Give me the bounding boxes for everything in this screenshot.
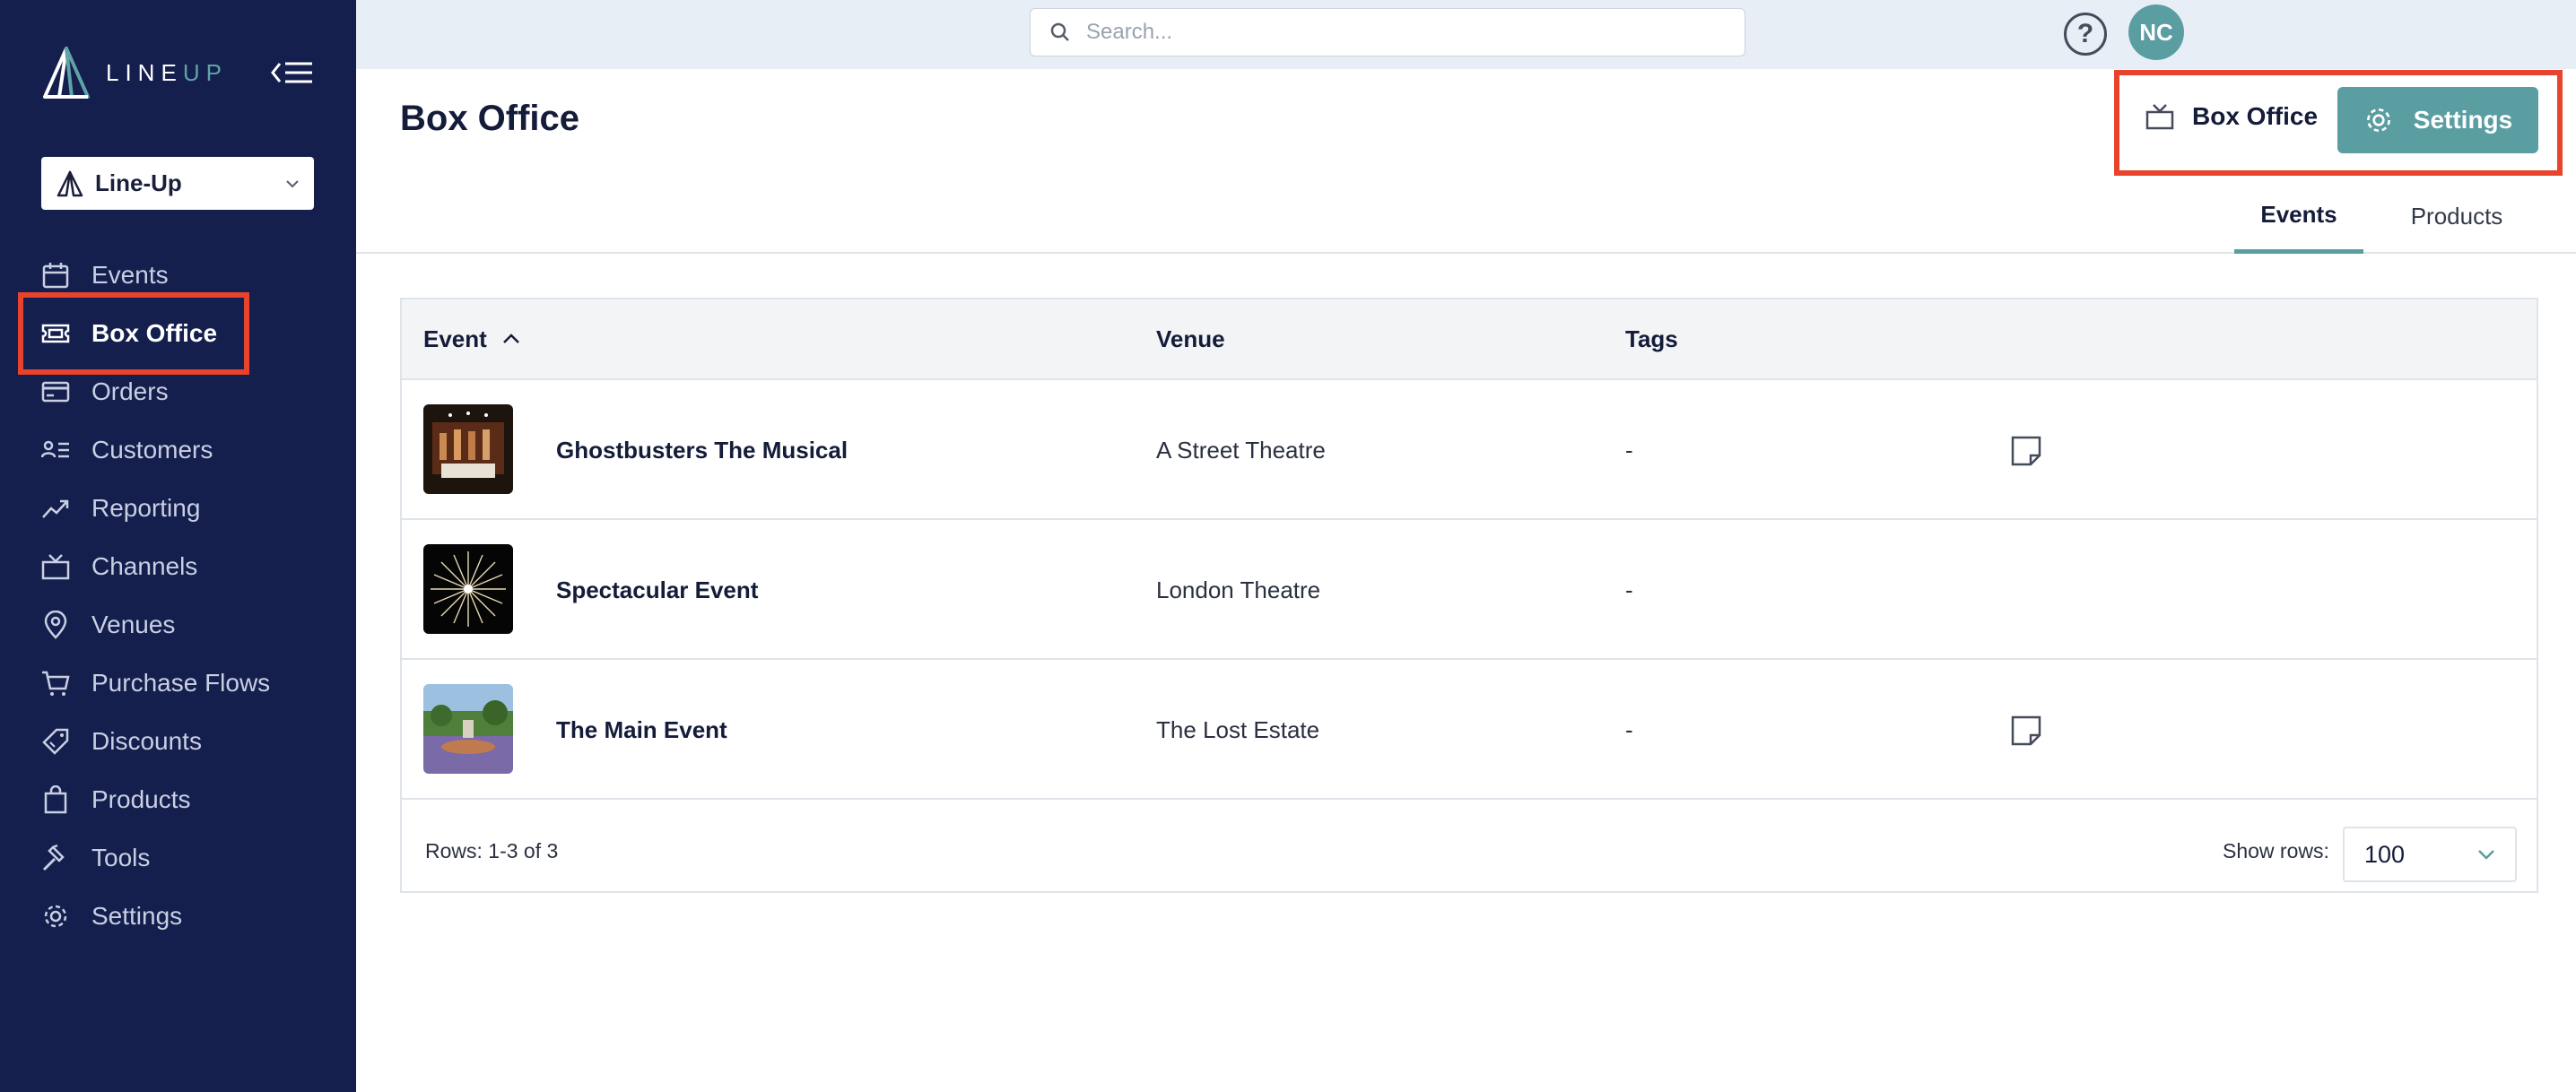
sidebar-item-label: Tools xyxy=(91,843,151,871)
note-icon[interactable] xyxy=(2010,435,2042,467)
sidebar-item-label: Channels xyxy=(91,551,198,580)
sidebar-item-settings[interactable]: Settings xyxy=(0,887,356,945)
sidebar-item-label: Reporting xyxy=(91,493,201,522)
customers-icon xyxy=(40,435,71,465)
lineup-logo[interactable]: LINEUP xyxy=(39,47,228,99)
lineup-small-logo-icon xyxy=(57,170,83,196)
sidebar-item-venues[interactable]: Venues xyxy=(0,595,356,654)
top-bar: ? NC xyxy=(356,0,2576,69)
sidebar-item-events[interactable]: Events xyxy=(0,246,356,304)
event-thumbnail xyxy=(423,684,513,774)
sidebar-item-label: Box Office xyxy=(91,318,218,347)
calendar-icon xyxy=(40,260,71,290)
search-icon xyxy=(1050,22,1069,41)
event-thumbnail xyxy=(423,544,513,634)
page-title: Box Office xyxy=(400,99,580,138)
column-header-venue[interactable]: Venue xyxy=(1156,299,1225,378)
logo-text-up: UP xyxy=(182,58,228,86)
hammer-icon xyxy=(40,843,71,873)
collapse-menu-icon xyxy=(271,62,312,83)
gear-icon xyxy=(40,901,71,932)
sidebar-item-orders[interactable]: Orders xyxy=(0,362,356,420)
venue-name: The Lost Estate xyxy=(1156,715,1320,743)
settings-button-label: Settings xyxy=(2413,106,2513,134)
lineup-logo-icon xyxy=(43,47,90,99)
tag-icon xyxy=(40,726,71,757)
sidebar-item-label: Orders xyxy=(91,377,169,405)
tab-bar: Events Products xyxy=(356,179,2576,254)
collapse-sidebar-button[interactable] xyxy=(269,59,316,86)
organization-name: Line-Up xyxy=(95,169,182,196)
venue-name: A Street Theatre xyxy=(1156,436,1326,464)
sidebar-item-label: Venues xyxy=(91,610,176,638)
tab-products[interactable]: Products xyxy=(2401,179,2512,254)
chevron-down-icon xyxy=(2478,850,2494,860)
tags-value: - xyxy=(1625,715,1633,743)
logo-text: LINEUP xyxy=(106,59,228,87)
sidebar-item-reporting[interactable]: Reporting xyxy=(0,479,356,537)
venue-name: London Theatre xyxy=(1156,576,1321,603)
table-row[interactable]: Spectacular Event London Theatre - xyxy=(402,520,2537,660)
table-header: Event Venue Tags xyxy=(402,299,2537,380)
sidebar-item-customers[interactable]: Customers xyxy=(0,420,356,479)
sidebar-item-label: Customers xyxy=(91,435,213,464)
search-box[interactable] xyxy=(1030,8,1745,56)
tab-events[interactable]: Events xyxy=(2234,179,2363,254)
tags-value: - xyxy=(1625,436,1633,464)
channel-label[interactable]: Box Office xyxy=(2145,102,2318,131)
rows-count: Rows: 1-3 of 3 xyxy=(425,838,559,862)
sidebar-item-label: Purchase Flows xyxy=(91,668,271,697)
search-input[interactable] xyxy=(1086,20,1725,45)
column-header-event[interactable]: Event xyxy=(423,299,521,378)
event-thumbnail xyxy=(423,404,513,494)
tv-icon xyxy=(2145,104,2174,130)
settings-button[interactable]: Settings xyxy=(2337,87,2538,153)
event-name[interactable]: Ghostbusters The Musical xyxy=(556,380,848,520)
logo-text-line: LINE xyxy=(106,58,183,86)
sidebar-item-label: Discounts xyxy=(91,726,202,755)
sidebar-item-tools[interactable]: Tools xyxy=(0,828,356,887)
sidebar-item-label: Events xyxy=(91,260,169,289)
sidebar-item-products[interactable]: Products xyxy=(0,770,356,828)
trend-icon xyxy=(40,493,71,524)
rows-per-page-value: 100 xyxy=(2364,840,2406,868)
events-table: Event Venue Tags Ghostbusters The Musica… xyxy=(400,298,2538,893)
column-header-tags[interactable]: Tags xyxy=(1625,299,1678,378)
gear-icon xyxy=(2366,108,2390,133)
tags-value: - xyxy=(1625,576,1633,603)
event-name[interactable]: The Main Event xyxy=(556,660,727,800)
event-name[interactable]: Spectacular Event xyxy=(556,520,758,660)
channel-label-text: Box Office xyxy=(2192,102,2319,130)
bag-icon xyxy=(40,784,71,815)
show-rows-label: Show rows: xyxy=(2223,838,2329,862)
sort-ascending-icon xyxy=(502,334,519,343)
column-header-label: Event xyxy=(423,325,487,352)
organization-select[interactable]: Line-Up xyxy=(41,157,314,210)
note-icon[interactable] xyxy=(2010,715,2042,747)
ticket-icon xyxy=(40,318,71,349)
sidebar-item-purchase-flows[interactable]: Purchase Flows xyxy=(0,654,356,712)
sidebar-item-label: Products xyxy=(91,784,191,813)
sidebar-item-channels[interactable]: Channels xyxy=(0,537,356,595)
table-footer: Rows: 1-3 of 3 Show rows: 100 xyxy=(402,809,2537,893)
sidebar-item-label: Settings xyxy=(91,901,183,930)
chevron-down-icon xyxy=(286,179,299,187)
location-pin-icon xyxy=(40,610,71,640)
tv-icon xyxy=(40,551,71,582)
help-button[interactable]: ? xyxy=(2064,13,2107,56)
sidebar-item-discounts[interactable]: Discounts xyxy=(0,712,356,770)
table-row[interactable]: The Main Event The Lost Estate - xyxy=(402,660,2537,800)
table-row[interactable]: Ghostbusters The Musical A Street Theatr… xyxy=(402,380,2537,520)
sidebar-nav: Events Box Office Orders Customers Repor… xyxy=(0,246,356,945)
sidebar: LINEUP Line-Up Events Box Office Orders … xyxy=(0,0,356,1092)
user-avatar[interactable]: NC xyxy=(2128,4,2184,60)
sidebar-item-box-office[interactable]: Box Office xyxy=(0,304,356,362)
credit-card-icon xyxy=(40,377,71,407)
cart-icon xyxy=(40,668,71,698)
rows-per-page-select[interactable]: 100 xyxy=(2343,827,2517,882)
